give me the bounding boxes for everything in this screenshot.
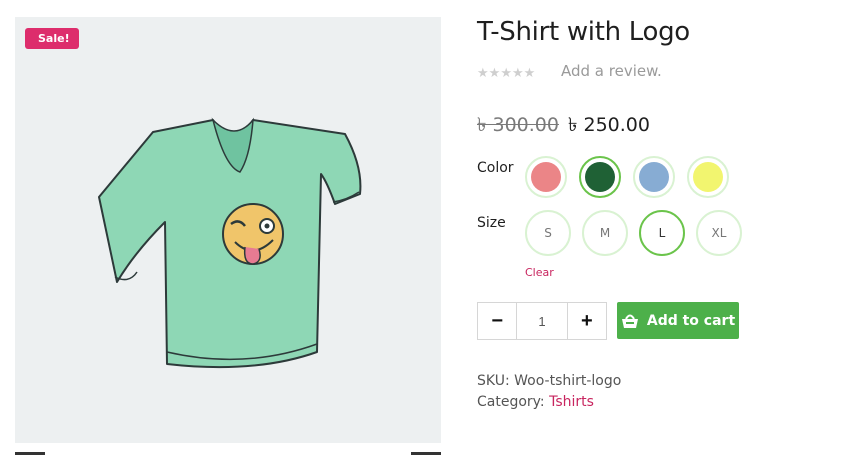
- swatch-dot: [693, 162, 723, 192]
- size-label: Size: [477, 215, 506, 231]
- category-link[interactable]: Tshirts: [549, 394, 594, 410]
- product-category: Category: Tshirts: [477, 394, 594, 410]
- category-label: Category:: [477, 394, 545, 410]
- color-swatch-blue[interactable]: [633, 156, 675, 198]
- regular-price: ৳ 300.00: [477, 114, 559, 136]
- product-title: T-Shirt with Logo: [477, 17, 690, 47]
- sale-price: ৳ 250.00: [568, 114, 650, 136]
- color-label: Color: [477, 160, 514, 176]
- emoji-face-icon: [222, 203, 284, 265]
- basket-icon: [621, 314, 638, 328]
- size-option-m[interactable]: M: [582, 210, 628, 256]
- star-icon: ★: [477, 65, 489, 80]
- sku-label: SKU:: [477, 373, 510, 389]
- quantity-stepper: − 1 +: [477, 302, 607, 340]
- star-icon: ★: [500, 65, 512, 80]
- quantity-increase-button[interactable]: +: [568, 303, 606, 339]
- color-swatch-yellow[interactable]: [687, 156, 729, 198]
- quantity-decrease-button[interactable]: −: [478, 303, 516, 339]
- quantity-input[interactable]: 1: [516, 303, 568, 339]
- star-icon: ★: [511, 65, 524, 80]
- swatch-dot: [639, 162, 669, 192]
- color-swatch-pink[interactable]: [525, 156, 567, 198]
- star-icon: ★: [523, 65, 536, 80]
- rating-stars: ★ ★ ★ ★ ★: [477, 66, 535, 79]
- add-review-link[interactable]: Add a review.: [561, 62, 662, 80]
- add-to-cart-button[interactable]: Add to cart: [617, 302, 739, 339]
- swatch-dot: [585, 162, 615, 192]
- sku-value: Woo-tshirt-logo: [514, 373, 622, 389]
- clear-selection-link[interactable]: Clear: [525, 266, 554, 279]
- tshirt-image[interactable]: [95, 112, 365, 377]
- size-option-s[interactable]: S: [525, 210, 571, 256]
- sale-badge: Sale!: [25, 28, 79, 49]
- size-option-xl[interactable]: XL: [696, 210, 742, 256]
- swatch-dot: [531, 162, 561, 192]
- color-swatch-green[interactable]: [579, 156, 621, 198]
- add-to-cart-label: Add to cart: [646, 312, 736, 329]
- size-option-l[interactable]: L: [639, 210, 685, 256]
- product-sku: SKU: Woo-tshirt-logo: [477, 373, 621, 389]
- product-gallery[interactable]: Sale!: [15, 17, 441, 443]
- star-icon: ★: [488, 65, 501, 80]
